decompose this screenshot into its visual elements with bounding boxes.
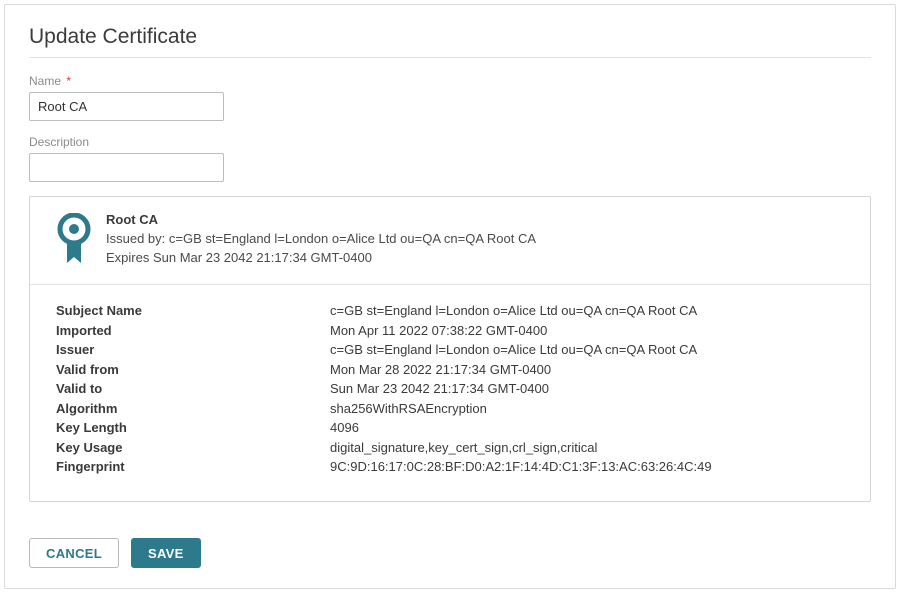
detail-label: Key Length [56,418,330,438]
detail-value: 9C:9D:16:17:0C:28:BF:D0:A2:1F:14:4D:C1:3… [330,457,712,477]
detail-row: Valid from Mon Mar 28 2022 21:17:34 GMT-… [56,360,852,380]
detail-row: Key Length 4096 [56,418,852,438]
detail-value: c=GB st=England l=London o=Alice Ltd ou=… [330,301,697,321]
page-title: Update Certificate [29,25,871,49]
certificate-issued-by: Issued by: c=GB st=England l=London o=Al… [106,230,536,249]
detail-label: Algorithm [56,399,330,419]
certificate-badge-icon [56,213,92,270]
button-row: CANCEL SAVE [29,538,201,568]
certificate-header: Root CA Issued by: c=GB st=England l=Lon… [30,197,870,285]
name-label: Name * [29,74,871,88]
detail-value: sha256WithRSAEncryption [330,399,487,419]
certificate-expires: Expires Sun Mar 23 2042 21:17:34 GMT-040… [106,249,536,268]
detail-value: Sun Mar 23 2042 21:17:34 GMT-0400 [330,379,549,399]
detail-label: Fingerprint [56,457,330,477]
detail-value: 4096 [330,418,359,438]
detail-row: Subject Name c=GB st=England l=London o=… [56,301,852,321]
detail-label: Imported [56,321,330,341]
detail-label: Issuer [56,340,330,360]
update-certificate-panel: Update Certificate Name * Description Ro… [4,4,896,589]
description-field-block: Description [29,135,871,182]
issued-by-prefix: Issued by: [106,231,169,246]
detail-row: Key Usage digital_signature,key_cert_sig… [56,438,852,458]
detail-label: Subject Name [56,301,330,321]
detail-label: Valid from [56,360,330,380]
detail-row: Valid to Sun Mar 23 2042 21:17:34 GMT-04… [56,379,852,399]
issued-by-value: c=GB st=England l=London o=Alice Ltd ou=… [169,231,536,246]
detail-row: Imported Mon Apr 11 2022 07:38:22 GMT-04… [56,321,852,341]
description-input[interactable] [29,153,224,182]
name-input[interactable] [29,92,224,121]
detail-row: Algorithm sha256WithRSAEncryption [56,399,852,419]
save-button[interactable]: SAVE [131,538,201,568]
description-label: Description [29,135,871,149]
cancel-button[interactable]: CANCEL [29,538,119,568]
certificate-header-text: Root CA Issued by: c=GB st=England l=Lon… [106,211,536,268]
detail-value: Mon Mar 28 2022 21:17:34 GMT-0400 [330,360,551,380]
name-field-block: Name * [29,74,871,121]
expires-prefix: Expires [106,250,153,265]
detail-value: c=GB st=England l=London o=Alice Ltd ou=… [330,340,697,360]
detail-label: Key Usage [56,438,330,458]
detail-row: Fingerprint 9C:9D:16:17:0C:28:BF:D0:A2:1… [56,457,852,477]
detail-row: Issuer c=GB st=England l=London o=Alice … [56,340,852,360]
required-star: * [66,74,71,88]
detail-label: Valid to [56,379,330,399]
name-label-text: Name [29,74,61,88]
title-divider [29,57,871,58]
expires-value: Sun Mar 23 2042 21:17:34 GMT-0400 [153,250,372,265]
certificate-name: Root CA [106,211,536,230]
certificate-box: Root CA Issued by: c=GB st=England l=Lon… [29,196,871,502]
detail-value: digital_signature,key_cert_sign,crl_sign… [330,438,597,458]
detail-value: Mon Apr 11 2022 07:38:22 GMT-0400 [330,321,547,341]
certificate-details: Subject Name c=GB st=England l=London o=… [30,285,870,501]
